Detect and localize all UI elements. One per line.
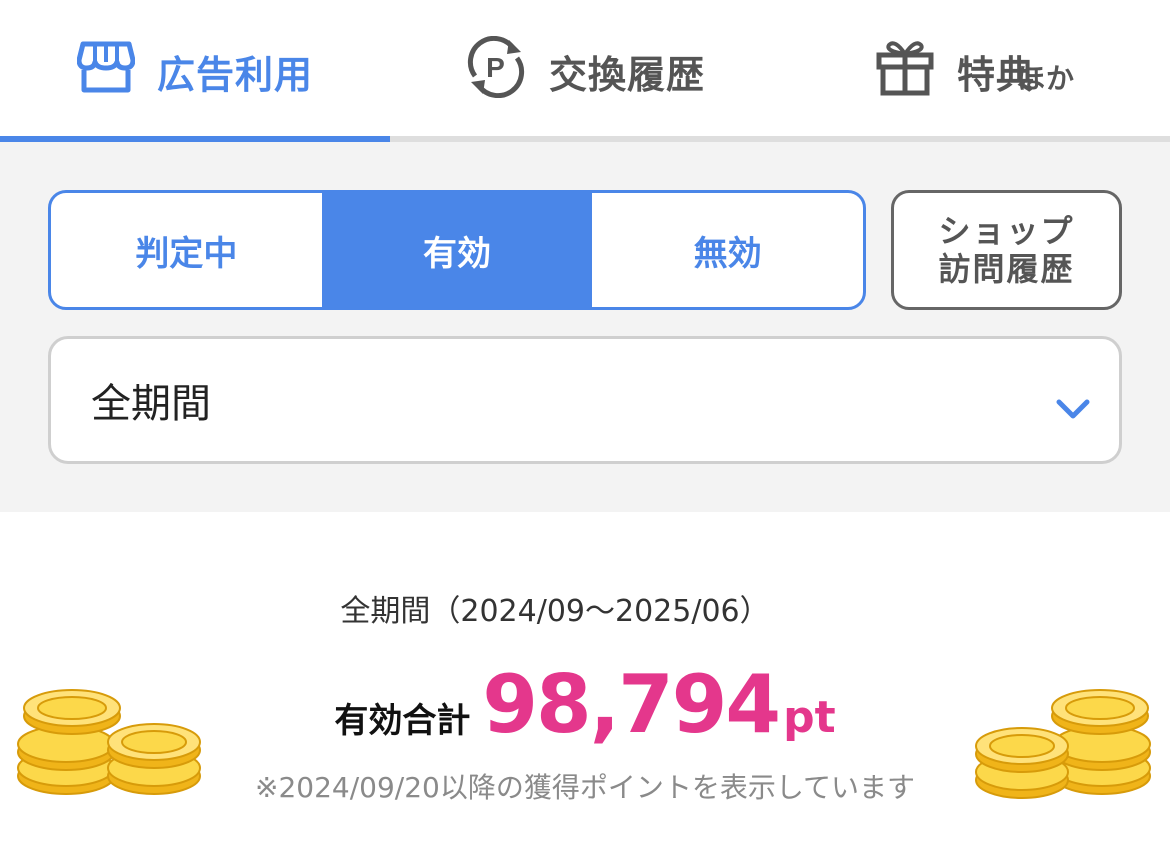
coins-icon [14,676,204,810]
tab-label-suffix: ほか [1017,61,1076,95]
shop-button-line2: 訪問履歴 [938,250,1075,288]
shop-visit-history-button[interactable]: ショップ 訪問履歴 [891,190,1122,310]
total-label: 有効合計 [334,701,471,741]
tab-benefits[interactable]: 特典ほか [780,0,1170,142]
segment-valid[interactable]: 有効 [321,193,593,307]
segment-invalid[interactable]: 無効 [592,193,863,307]
status-segmented-control: 判定中 有効 無効 [48,190,866,310]
total-unit: pt [783,692,836,743]
gift-icon [875,37,935,106]
period-select-value: 全期間 [91,381,211,427]
filter-panel: 判定中 有効 無効 ショップ 訪問履歴 全期間 [0,142,1170,512]
tab-exchange-history[interactable]: P 交換履歴 [390,0,780,142]
point-exchange-icon: P [465,35,527,107]
coins-icon [972,676,1162,810]
shop-button-line1: ショップ [938,211,1075,250]
period-select[interactable]: 全期間 [48,336,1122,464]
tab-label: 交換履歴 [548,52,705,97]
svg-text:P: P [486,52,506,83]
total-value: 98,794 [482,658,781,751]
summary-period-text: 全期間（2024/09〜2025/06） [340,594,770,629]
chevron-down-icon [1055,385,1091,431]
storefront-icon [76,40,136,103]
segment-pending[interactable]: 判定中 [51,193,322,307]
tab-ad-usage[interactable]: 広告利用 [0,0,390,142]
top-tab-bar: 広告利用 P 交換履歴 特典ほか [0,0,1170,142]
tab-label: 広告利用 [156,52,313,97]
